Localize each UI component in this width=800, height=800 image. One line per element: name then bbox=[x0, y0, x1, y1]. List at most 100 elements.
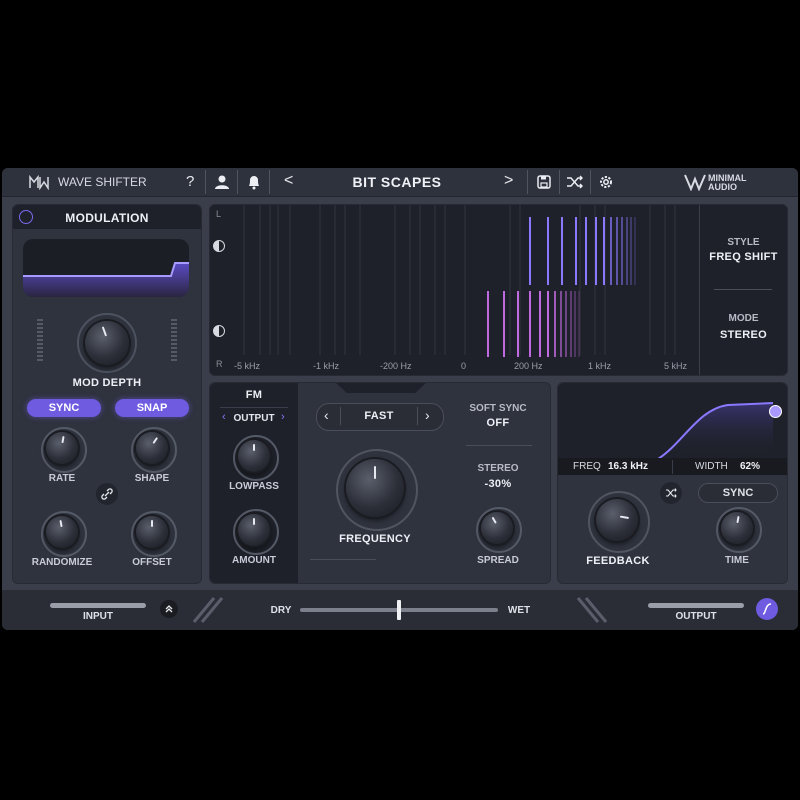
spectrum-panel: L R -5 kHz -1 kHz -200 Hz 0 200 Hz 1 kHz… bbox=[209, 204, 788, 376]
offset-knob[interactable] bbox=[136, 516, 168, 548]
tick-label: 5 kHz bbox=[664, 361, 688, 371]
tick-label: 1 kHz bbox=[588, 361, 612, 371]
tick-label: 0 bbox=[461, 361, 467, 371]
input-slider[interactable] bbox=[50, 603, 146, 608]
sync-button[interactable]: SYNC bbox=[27, 399, 101, 417]
tick-label: -200 Hz bbox=[380, 361, 412, 371]
center-panel: FM ‹ OUTPUT › LOWPASS AMOUNT ‹ FAST › FR… bbox=[209, 382, 551, 584]
divider bbox=[672, 460, 673, 474]
stereo-value[interactable]: -30% bbox=[458, 478, 538, 490]
divider bbox=[417, 407, 418, 425]
divider bbox=[237, 170, 238, 194]
mod-meter-left bbox=[37, 319, 43, 363]
width-value[interactable]: 62% bbox=[740, 461, 760, 472]
fm-target[interactable]: OUTPUT bbox=[226, 413, 282, 424]
right-phase-icon[interactable] bbox=[213, 325, 225, 337]
divider bbox=[466, 445, 532, 446]
gear-icon[interactable] bbox=[596, 172, 616, 192]
stereo-label: STEREO bbox=[477, 463, 519, 474]
rate-label: RATE bbox=[48, 473, 76, 484]
frequency-knob[interactable] bbox=[346, 459, 404, 517]
soft-sync-label: SOFT SYNC bbox=[469, 403, 527, 414]
frequency-tab bbox=[336, 383, 426, 393]
mod-depth-knob[interactable] bbox=[85, 321, 129, 365]
fm-title: FM bbox=[245, 389, 263, 401]
divider bbox=[220, 407, 288, 408]
dry-wet-handle[interactable] bbox=[397, 600, 401, 620]
channel-r-label: R bbox=[216, 359, 223, 369]
app-title: WAVE SHIFTER bbox=[58, 175, 147, 189]
delay-sync-button[interactable]: SYNC bbox=[698, 483, 778, 503]
previous-preset-button[interactable]: < bbox=[284, 172, 293, 190]
divider bbox=[269, 170, 270, 194]
style-value[interactable]: FREQ SHIFT bbox=[700, 251, 787, 263]
lfo-display[interactable] bbox=[23, 239, 189, 297]
time-knob[interactable] bbox=[721, 512, 753, 544]
top-bar: WAVE SHIFTER ? < BIT SCAPES > MINIMAL AU… bbox=[2, 168, 798, 197]
divider bbox=[590, 170, 591, 194]
user-icon[interactable] bbox=[212, 172, 232, 192]
footer-decoration-right bbox=[574, 594, 610, 624]
randomize-knob[interactable] bbox=[46, 516, 78, 548]
bell-icon[interactable] bbox=[244, 172, 264, 192]
shape-knob[interactable] bbox=[136, 432, 168, 464]
shuffle-icon[interactable] bbox=[565, 172, 585, 192]
wave-shifter-logo-icon bbox=[28, 174, 50, 195]
rate-knob[interactable] bbox=[46, 432, 78, 464]
link-icon[interactable] bbox=[96, 483, 118, 505]
delay-panel: FREQ 16.3 kHz WIDTH 62% FEEDBACK SYNC TI… bbox=[557, 382, 788, 584]
output-label: OUTPUT bbox=[675, 611, 717, 622]
mod-meter-right bbox=[171, 319, 177, 363]
footer-decoration-left bbox=[190, 594, 226, 624]
time-label: TIME bbox=[725, 555, 749, 566]
lowpass-knob[interactable] bbox=[238, 440, 270, 472]
style-label: STYLE bbox=[727, 237, 760, 248]
divider bbox=[310, 559, 376, 560]
mod-depth-label: MOD DEPTH bbox=[72, 377, 142, 389]
randomize-label: RANDOMIZE bbox=[31, 557, 93, 568]
left-phase-icon[interactable] bbox=[213, 240, 225, 252]
channel-l-label: L bbox=[216, 209, 222, 219]
offset-label: OFFSET bbox=[132, 557, 172, 568]
divider bbox=[714, 289, 772, 290]
spread-knob[interactable] bbox=[481, 512, 513, 544]
plugin-window: WAVE SHIFTER ? < BIT SCAPES > MINIMAL AU… bbox=[2, 168, 798, 630]
speed-prev-icon[interactable]: ‹ bbox=[324, 407, 329, 423]
save-icon[interactable] bbox=[534, 172, 554, 192]
spread-label: SPREAD bbox=[477, 555, 519, 566]
brand-name: MINIMAL AUDIO bbox=[708, 173, 747, 192]
dry-label: DRY bbox=[270, 605, 292, 616]
input-label: INPUT bbox=[83, 611, 113, 622]
snap-button[interactable]: SNAP bbox=[115, 399, 189, 417]
tick-label: -1 kHz bbox=[313, 361, 340, 371]
tick-label: 200 Hz bbox=[514, 361, 543, 371]
curve-icon[interactable] bbox=[756, 598, 778, 620]
shuffle-icon[interactable] bbox=[660, 482, 682, 504]
feedback-knob[interactable] bbox=[596, 499, 638, 541]
amount-knob[interactable] bbox=[238, 514, 270, 546]
amount-label: AMOUNT bbox=[232, 555, 276, 566]
shape-label: SHAPE bbox=[134, 473, 170, 484]
fm-next-icon[interactable]: › bbox=[281, 411, 285, 423]
width-label: WIDTH bbox=[695, 461, 728, 472]
double-chevron-up-icon[interactable] bbox=[160, 600, 178, 618]
preset-name[interactable]: BIT SCAPES bbox=[332, 174, 462, 190]
output-slider[interactable] bbox=[648, 603, 744, 608]
minimal-audio-logo-icon bbox=[684, 173, 706, 196]
modulation-panel: MODULATION MOD DEPTH SYNC SNAP RATE SHAP… bbox=[12, 204, 202, 584]
speed-next-icon[interactable]: › bbox=[425, 407, 430, 423]
soft-sync-value[interactable]: OFF bbox=[458, 417, 538, 429]
modulation-title: MODULATION bbox=[65, 211, 149, 225]
divider bbox=[205, 170, 206, 194]
mode-value[interactable]: STEREO bbox=[700, 329, 787, 341]
spectrum-display[interactable] bbox=[230, 205, 698, 375]
frequency-label: FREQUENCY bbox=[339, 533, 411, 545]
lowpass-label: LOWPASS bbox=[229, 481, 279, 492]
next-preset-button[interactable]: > bbox=[504, 172, 513, 190]
feedback-label: FEEDBACK bbox=[586, 555, 650, 567]
freq-value[interactable]: 16.3 kHz bbox=[608, 461, 648, 472]
speed-value[interactable]: FAST bbox=[340, 410, 418, 422]
filter-handle[interactable] bbox=[769, 405, 782, 418]
help-button[interactable]: ? bbox=[186, 173, 194, 190]
freq-label: FREQ bbox=[573, 461, 601, 472]
